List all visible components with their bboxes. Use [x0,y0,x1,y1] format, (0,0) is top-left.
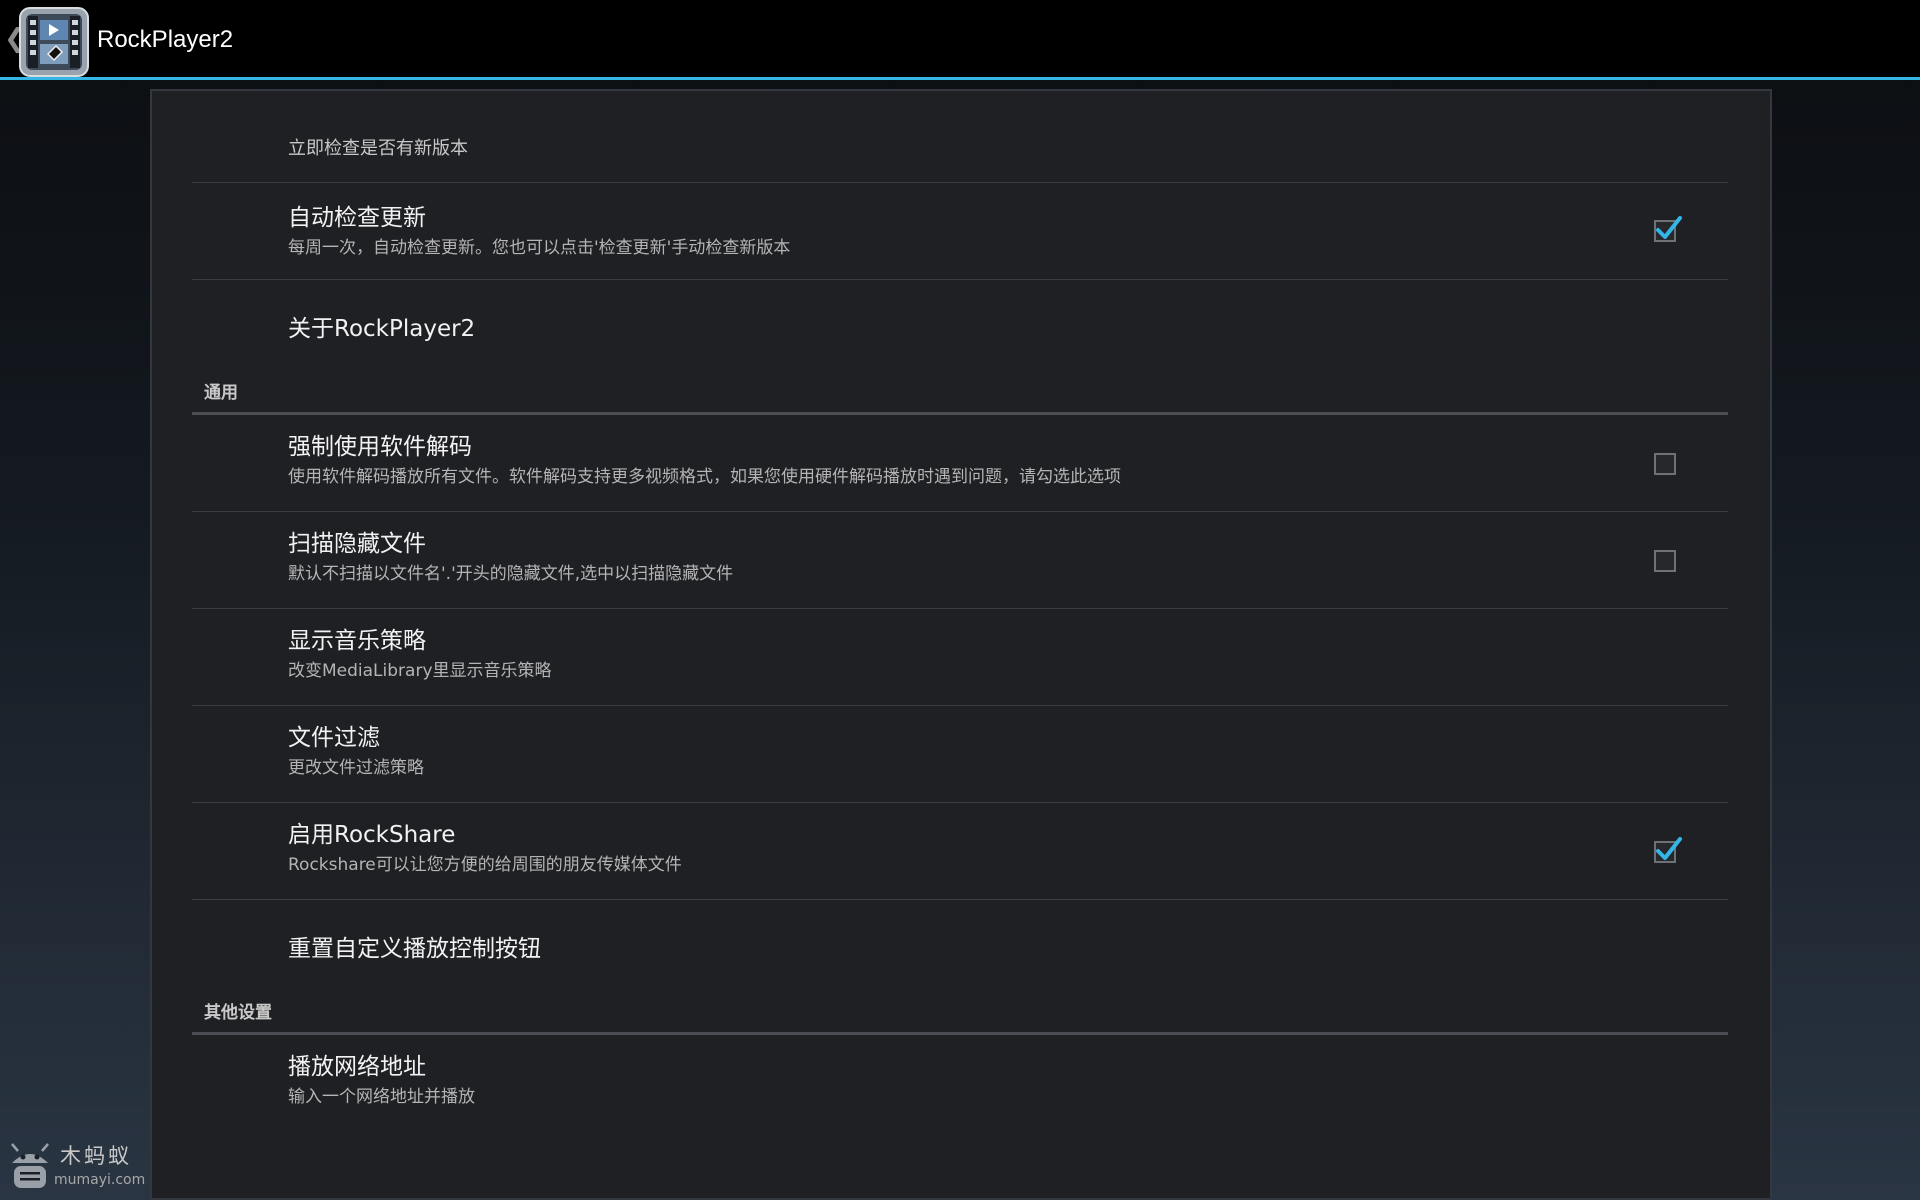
music-display-policy-summary: 改变MediaLibrary里显示音乐策略 [288,661,552,681]
watermark-subtext: mumayi.com [54,1172,146,1188]
scan-hidden-files-title: 扫描隐藏文件 [288,531,426,557]
action-bar: ❮ RockPlayer2 [0,0,1920,80]
reset-controls-item[interactable]: 重置自定义播放控制按钮 [192,900,1728,990]
play-network-url-item[interactable]: 播放网络地址 输入一个网络地址并播放 [192,1035,1728,1132]
scan-hidden-files-checkbox[interactable] [1654,550,1676,572]
file-filter-title: 文件过滤 [288,725,380,751]
auto-check-update-checkbox[interactable] [1654,216,1682,242]
category-general: 通用 [192,370,1728,415]
enable-rockshare-checkbox[interactable] [1654,837,1682,863]
enable-rockshare-summary: Rockshare可以让您方便的给周围的朋友传媒体文件 [288,855,682,875]
auto-check-update-content: 自动检查更新 每周一次，自动检查更新。您也可以点击'检查更新'手动检查新版本 [192,183,1728,280]
enable-rockshare-title: 启用RockShare [288,822,456,848]
force-software-decode-title: 强制使用软件解码 [288,434,472,460]
play-network-url-summary: 输入一个网络地址并播放 [288,1087,475,1107]
force-software-decode-item[interactable]: 强制使用软件解码 使用软件解码播放所有文件。软件解码支持更多视频格式，如果您使用… [192,415,1728,512]
auto-check-update-summary: 每周一次，自动检查更新。您也可以点击'检查更新'手动检查新版本 [288,238,791,258]
about-item[interactable]: 关于RockPlayer2 [192,280,1728,370]
settings-panel: 立即检查是否有新版本 自动检查更新 每周一次，自动检查更新。您也可以点击'检查更… [150,89,1772,1200]
film-clapper-icon[interactable] [18,6,90,78]
app-title: RockPlayer2 [97,26,234,53]
reset-controls-title: 重置自定义播放控制按钮 [288,936,541,962]
check-icon [1656,837,1682,860]
force-software-decode-summary: 使用软件解码播放所有文件。软件解码支持更多视频格式，如果您使用硬件解码播放时遇到… [288,467,1121,487]
watermark: 木蚂蚁 mumayi.com [6,1143,156,1197]
play-network-url-title: 播放网络地址 [288,1054,426,1080]
android-ant-logo-icon [11,1143,49,1188]
force-software-decode-checkbox[interactable] [1654,453,1676,475]
scan-hidden-files-summary: 默认不扫描以文件名'.'开头的隐藏文件,选中以扫描隐藏文件 [288,564,734,584]
about-title: 关于RockPlayer2 [288,316,476,342]
category-other-label: 其他设置 [204,1003,272,1023]
file-filter-item[interactable]: 文件过滤 更改文件过滤策略 [192,706,1728,803]
music-display-policy-item[interactable]: 显示音乐策略 改变MediaLibrary里显示音乐策略 [192,609,1728,706]
check-update-now-item[interactable]: 立即检查是否有新版本 [192,91,1728,183]
auto-check-update-title: 自动检查更新 [288,205,426,231]
check-icon [1656,216,1682,239]
music-display-policy-title: 显示音乐策略 [288,628,426,654]
file-filter-summary: 更改文件过滤策略 [288,758,424,778]
category-other: 其他设置 [192,990,1728,1035]
check-update-now-label: 立即检查是否有新版本 [288,138,468,159]
enable-rockshare-item[interactable]: 启用RockShare Rockshare可以让您方便的给周围的朋友传媒体文件 [192,803,1728,900]
scan-hidden-files-item[interactable]: 扫描隐藏文件 默认不扫描以文件名'.'开头的隐藏文件,选中以扫描隐藏文件 [192,512,1728,609]
watermark-text: 木蚂蚁 [60,1144,132,1168]
category-general-label: 通用 [204,383,238,403]
